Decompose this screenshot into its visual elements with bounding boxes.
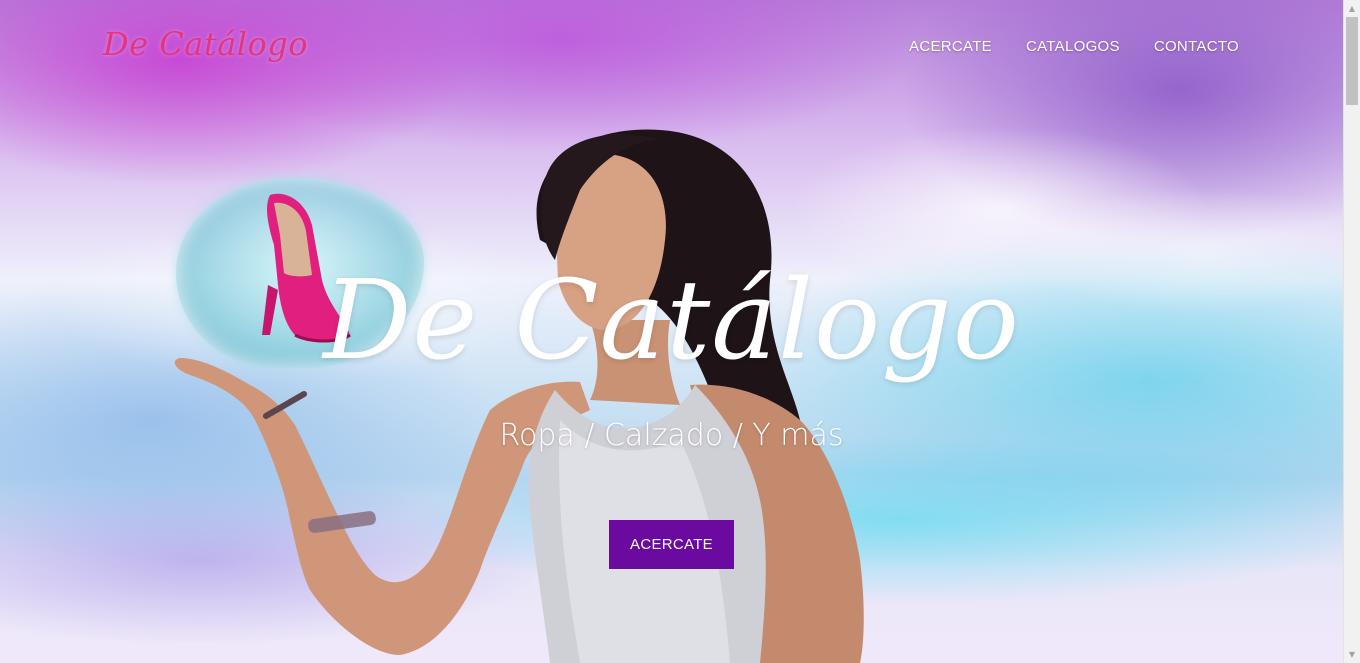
- hero-subtitle: Ropa / Calzado / Y más: [499, 418, 844, 453]
- scroll-up-arrow-icon[interactable]: ▲: [1344, 0, 1360, 17]
- nav-link-acercate[interactable]: ACERCATE: [909, 38, 992, 55]
- brand-logo-link[interactable]: De Catálogo: [103, 25, 308, 63]
- hero-title: De Catálogo: [323, 256, 1020, 384]
- nav-link-contacto[interactable]: CONTACTO: [1154, 38, 1239, 55]
- model-figure-image: [174, 129, 864, 663]
- top-navigation: De Catálogo ACERCATE CATALOGOS CONTACTO: [0, 0, 1343, 95]
- nav-links: ACERCATE CATALOGOS CONTACTO: [909, 38, 1239, 55]
- scrollbar-thumb[interactable]: [1346, 17, 1358, 105]
- page: De Catálogo ACERCATE CATALOGOS CONTACTO …: [0, 0, 1360, 663]
- nav-link-catalogos[interactable]: CATALOGOS: [1026, 38, 1120, 55]
- vertical-scrollbar[interactable]: ▲ ▼: [1343, 0, 1360, 663]
- acercate-cta-button[interactable]: ACERCATE: [609, 520, 734, 569]
- scroll-down-arrow-icon[interactable]: ▼: [1344, 646, 1360, 663]
